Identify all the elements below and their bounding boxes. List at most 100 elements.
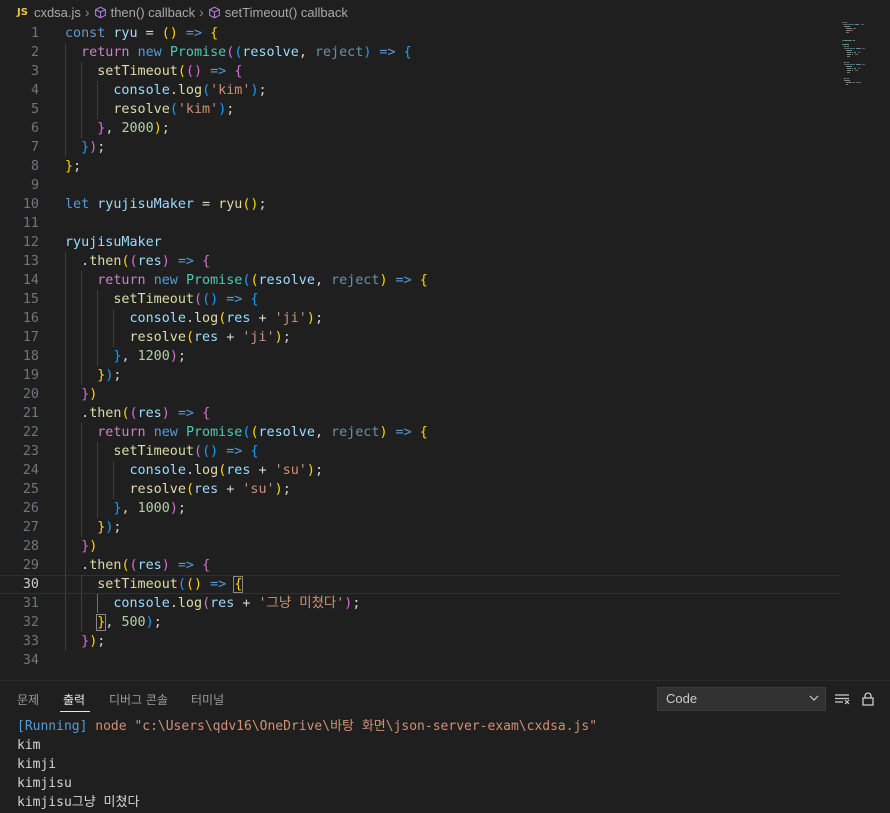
- minimap-mark: [849, 24, 854, 25]
- output-channel-select[interactable]: Code: [657, 687, 826, 711]
- code-line[interactable]: 21 .then((res) => {: [0, 404, 840, 423]
- minimap-mark: [845, 66, 852, 67]
- code-token: res: [210, 596, 235, 611]
- panel-tab[interactable]: 문제: [17, 691, 39, 708]
- code-token: res: [137, 406, 162, 421]
- code-token: ;: [97, 634, 106, 649]
- code-token: ;: [177, 501, 186, 516]
- code-token: ): [89, 387, 98, 402]
- line-number: 2: [30, 45, 39, 60]
- bottom-panel: 문제 출력 디버그 콘솔 터미널 Code [Running] node "c:\Us…: [0, 680, 890, 813]
- breadcrumb-then-callback[interactable]: then() callback: [94, 5, 195, 20]
- code-line[interactable]: 27 });: [0, 518, 840, 537]
- code-line[interactable]: 1 const ryu = () => {: [0, 24, 840, 43]
- output-line: [Running] node "c:\Users\qdv16\OneDrive\…: [17, 717, 887, 736]
- panel-tab[interactable]: 출력: [63, 691, 85, 708]
- minimap-mark: [845, 82, 850, 83]
- code-line[interactable]: 3 setTimeout(() => {: [0, 62, 840, 81]
- minimap-mark: [861, 64, 866, 65]
- code-token: new: [153, 273, 186, 288]
- code-line[interactable]: 26 }, 1000);: [0, 499, 840, 518]
- line-number: 10: [22, 197, 39, 212]
- code-token: ): [169, 349, 178, 364]
- code-line[interactable]: 25 resolve(res + 'su');: [0, 480, 840, 499]
- code-line[interactable]: 33 });: [0, 632, 840, 651]
- code-line[interactable]: 6 }, 2000);: [0, 119, 840, 138]
- breadcrumb: JS cxdsa.js › then() callback › setTimeo…: [0, 0, 890, 24]
- code-line[interactable]: 17 resolve(res + 'ji');: [0, 328, 840, 347]
- minimap-mark: [845, 50, 852, 51]
- line-number: 5: [30, 102, 39, 117]
- code-line[interactable]: 23 setTimeout(() => {: [0, 442, 840, 461]
- code-line[interactable]: 10 let ryujisuMaker = ryu();: [0, 195, 840, 214]
- panel-tab[interactable]: 터미널: [191, 691, 224, 708]
- code-text: .then((res) => {: [65, 556, 210, 575]
- code-line[interactable]: 15 setTimeout(() => {: [0, 290, 840, 309]
- code-line[interactable]: 29 .then((res) => {: [0, 556, 840, 575]
- code-line[interactable]: 7 });: [0, 138, 840, 157]
- panel-tab[interactable]: 디버그 콘솔: [109, 691, 168, 708]
- code-token: 'kim': [210, 83, 251, 98]
- breadcrumb-file[interactable]: cxdsa.js: [34, 5, 81, 20]
- code-line[interactable]: 14 return new Promise((resolve, reject) …: [0, 271, 840, 290]
- code-line[interactable]: 2 return new Promise((resolve, reject) =…: [0, 43, 840, 62]
- code-token: (: [129, 254, 138, 269]
- code-token: res: [194, 330, 219, 345]
- clear-output-icon[interactable]: [834, 691, 850, 707]
- minimap-mark: [842, 44, 850, 45]
- code-token: 1000: [137, 501, 170, 516]
- code-line[interactable]: 12 ryujisuMaker: [0, 233, 840, 252]
- code-line[interactable]: 5 resolve('kim');: [0, 100, 840, 119]
- code-line[interactable]: 11: [0, 214, 840, 233]
- code-token: }: [65, 159, 74, 174]
- code-token: {: [234, 64, 243, 79]
- code-token: (: [250, 425, 259, 440]
- code-line[interactable]: 22 return new Promise((resolve, reject) …: [0, 423, 840, 442]
- code-token: reject: [331, 273, 380, 288]
- code-token: .: [65, 254, 90, 269]
- code-line[interactable]: 13 .then((res) => {: [0, 252, 840, 271]
- indent-guide: [97, 442, 99, 518]
- minimap-mark: [846, 84, 848, 85]
- code-editor[interactable]: 1 const ryu = () => {2 return new Promise…: [0, 24, 890, 680]
- output-text: kim: [17, 738, 41, 753]
- code-line[interactable]: 16 console.log(res + 'ji');: [0, 309, 840, 328]
- minimap[interactable]: [842, 22, 878, 92]
- code-line[interactable]: 24 console.log(res + 'su');: [0, 461, 840, 480]
- code-token: ryujisuMaker: [97, 197, 194, 212]
- code-line[interactable]: 9: [0, 176, 840, 195]
- code-token: console: [113, 596, 170, 611]
- lock-icon[interactable]: [860, 691, 876, 707]
- indent-guide: [97, 594, 99, 613]
- code-token: }: [81, 634, 90, 649]
- code-token: (): [185, 577, 203, 592]
- code-token: resolve: [242, 45, 299, 60]
- code-token: (: [194, 292, 203, 307]
- code-line[interactable]: 31 console.log(res + '그냥 미쳤다');: [0, 594, 840, 613]
- line-number: 14: [22, 273, 39, 288]
- code-token: ;: [97, 140, 106, 155]
- code-text: ryujisuMaker: [65, 233, 162, 252]
- code-line[interactable]: 32 }, 500);: [0, 613, 840, 632]
- output-text: kimji: [17, 757, 57, 772]
- output-text: [Running]: [17, 719, 96, 734]
- code-line[interactable]: 4 console.log('kim');: [0, 81, 840, 100]
- code-line[interactable]: 20 }): [0, 385, 840, 404]
- code-token: ,: [121, 349, 138, 364]
- code-token: =: [137, 26, 162, 41]
- breadcrumb-settimeout-callback[interactable]: setTimeout() callback: [208, 5, 348, 20]
- code-line[interactable]: 34: [0, 651, 840, 670]
- code-line[interactable]: 18 }, 1200);: [0, 347, 840, 366]
- code-text: return new Promise((resolve, reject) => …: [65, 423, 428, 442]
- code-line[interactable]: 8};: [0, 157, 840, 176]
- code-token: ;: [226, 102, 235, 117]
- minimap-mark: [854, 68, 856, 69]
- code-line[interactable]: 30 setTimeout(() => {: [0, 575, 840, 594]
- code-token: ;: [161, 121, 170, 136]
- code-line[interactable]: 28 }): [0, 537, 840, 556]
- code-line[interactable]: 19 });: [0, 366, 840, 385]
- minimap-mark: [846, 52, 851, 53]
